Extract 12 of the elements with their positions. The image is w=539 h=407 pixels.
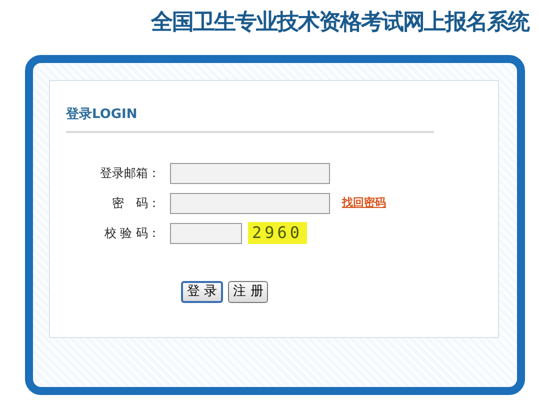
input-field[interactable]	[170, 222, 242, 244]
input-field[interactable]	[170, 192, 330, 214]
page-title: 全国卫生专业技术资格考试网上报名系统	[151, 9, 529, 37]
input-field[interactable]	[170, 162, 330, 184]
field-label: 校 验 码：	[103, 225, 161, 242]
register-button[interactable]: 注 册	[228, 281, 268, 303]
login-heading: 登录LOGIN	[66, 106, 138, 124]
field-label: 密 码：	[111, 195, 161, 212]
field-label: 登录邮箱：	[99, 165, 161, 182]
captcha-code: 2960	[248, 222, 307, 244]
forgot-password-link[interactable]: 找回密码	[342, 194, 386, 212]
login-button[interactable]: 登 录	[181, 281, 224, 303]
